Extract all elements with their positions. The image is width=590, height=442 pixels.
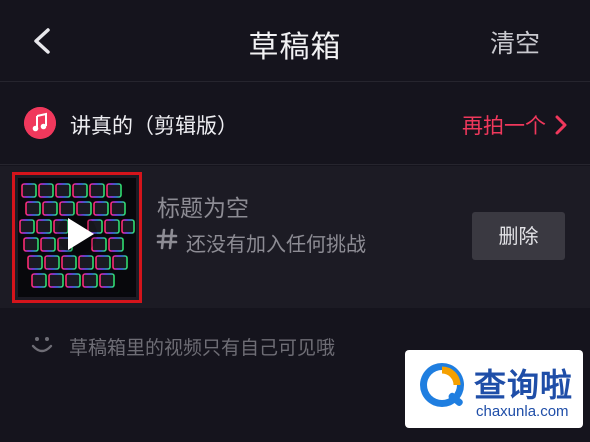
privacy-note: 草稿箱里的视频只有自己可见哦 [69, 337, 336, 359]
draft-thumbnail[interactable] [18, 178, 136, 297]
draft-title: 标题为空 [157, 196, 249, 222]
hashtag-icon [156, 228, 178, 250]
watermark-text: 查询啦 [474, 366, 574, 404]
keyboard-image [18, 178, 136, 297]
watermark-url: chaxunla.com [476, 403, 569, 420]
search-logo-icon [420, 363, 464, 407]
music-note-icon [24, 107, 56, 139]
clear-button[interactable]: 清空 [490, 24, 540, 60]
chevron-right-icon[interactable] [553, 114, 569, 136]
header-bar: 草稿箱 清空 [0, 0, 590, 82]
smile-icon [31, 337, 53, 353]
delete-button[interactable]: 删除 [472, 212, 565, 260]
drafts-screen: 草稿箱 清空 讲真的（剪辑版） 再拍一个 标题为空 还没有加入任何挑战 删除 草… [0, 0, 590, 442]
music-title: 讲真的（剪辑版） [70, 114, 238, 138]
draft-challenge: 还没有加入任何挑战 [186, 232, 366, 256]
reshoot-button[interactable]: 再拍一个 [462, 110, 546, 140]
